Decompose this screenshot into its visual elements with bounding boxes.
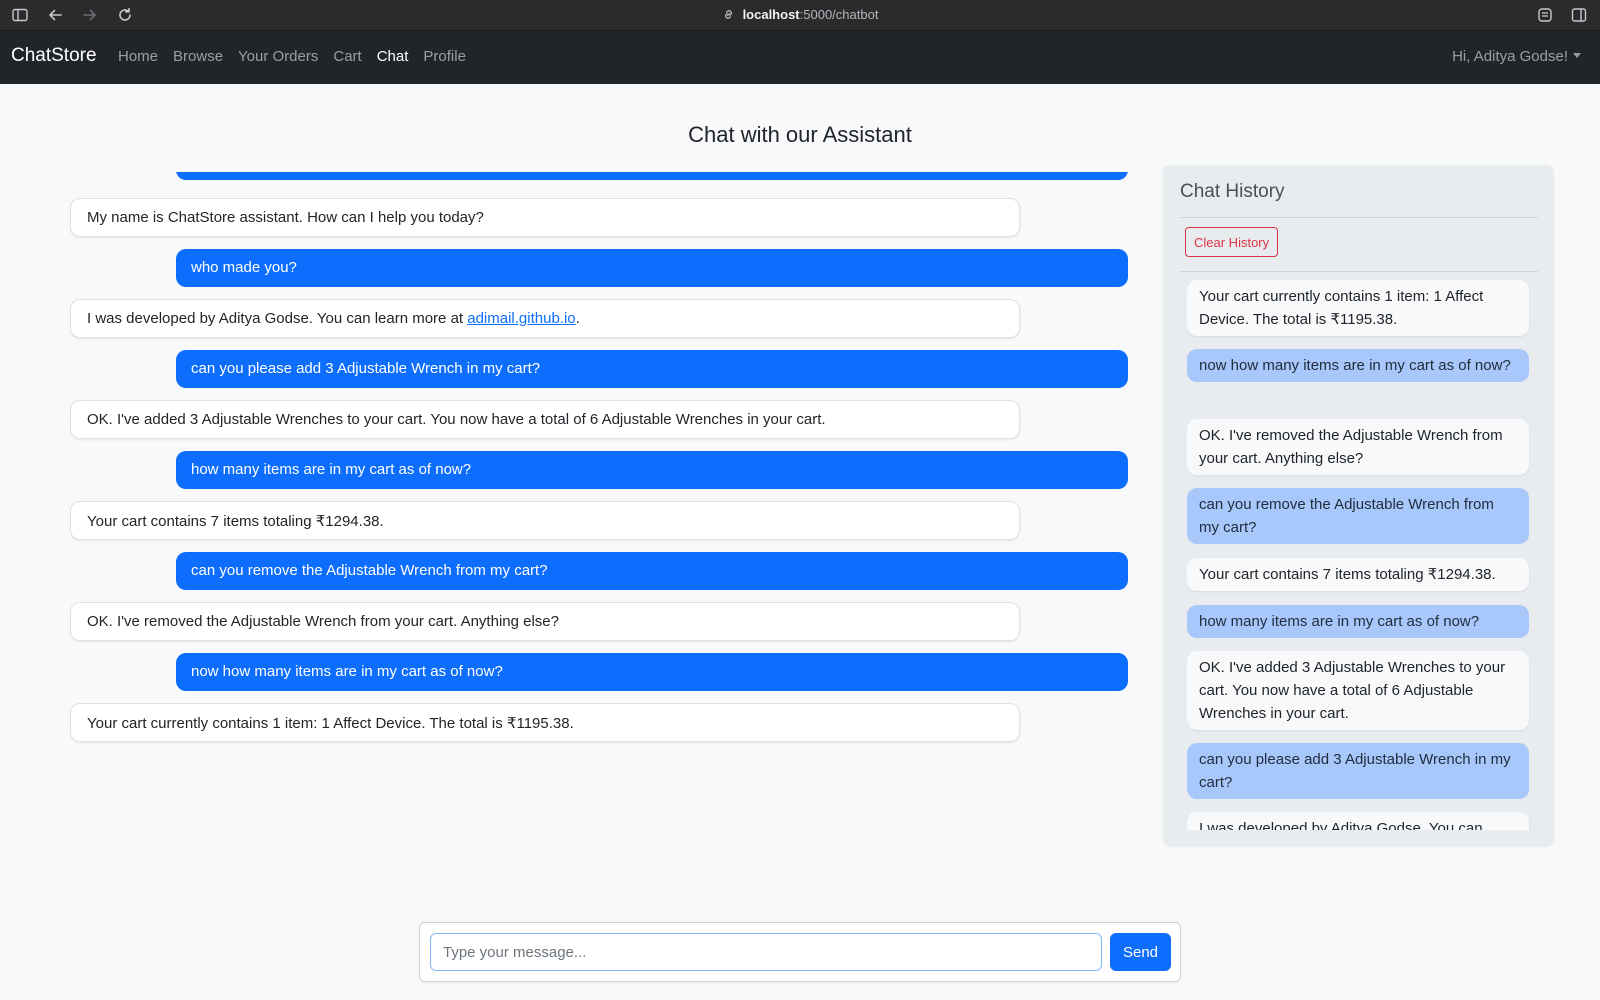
caret-down-icon bbox=[1573, 53, 1581, 58]
bot-message: Your cart contains 7 items totaling ₹129… bbox=[70, 501, 1020, 540]
history-item[interactable]: Your cart currently contains 1 item: 1 A… bbox=[1187, 280, 1529, 336]
link-icon bbox=[722, 8, 735, 24]
user-message: can you please add 3 Adjustable Wrench i… bbox=[176, 350, 1128, 388]
user-message: now how many items are in my cart as of … bbox=[176, 653, 1128, 691]
address-bar[interactable]: localhost:5000/chatbot bbox=[0, 7, 1600, 24]
page-title: Chat with our Assistant bbox=[688, 122, 912, 147]
brand-logo[interactable]: ChatStore bbox=[11, 45, 97, 67]
divider bbox=[1180, 271, 1538, 272]
history-item[interactable]: how many items are in my cart as of now? bbox=[1187, 605, 1529, 638]
nav-link-home[interactable]: Home bbox=[118, 48, 158, 65]
history-item[interactable]: can you remove the Adjustable Wrench fro… bbox=[1187, 488, 1529, 544]
bot-message: OK. I've added 3 Adjustable Wrenches to … bbox=[70, 400, 1020, 439]
user-message: how many items are in my cart as of now? bbox=[176, 451, 1128, 489]
nav-link-browse[interactable]: Browse bbox=[173, 48, 223, 65]
bot-message: OK. I've removed the Adjustable Wrench f… bbox=[70, 602, 1020, 641]
history-item[interactable]: Your cart contains 7 items totaling ₹129… bbox=[1187, 558, 1529, 591]
nav-link-profile[interactable]: Profile bbox=[423, 48, 466, 65]
nav-link-your-orders[interactable]: Your Orders bbox=[238, 48, 318, 65]
bot-message: My name is ChatStore assistant. How can … bbox=[70, 198, 1020, 237]
nav-link-cart[interactable]: Cart bbox=[333, 48, 361, 65]
url-host: localhost bbox=[742, 7, 800, 22]
top-navbar: ChatStore Home Browse Your Orders Cart C… bbox=[0, 31, 1600, 84]
message-input[interactable] bbox=[430, 933, 1102, 971]
bot-message: Your cart currently contains 1 item: 1 A… bbox=[70, 703, 1020, 742]
history-item[interactable]: I was developed by Aditya Godse. You can bbox=[1187, 812, 1529, 830]
send-button[interactable]: Send bbox=[1110, 933, 1171, 971]
user-message: who made you? bbox=[176, 249, 1128, 287]
browser-toolbar: localhost:5000/chatbot bbox=[0, 0, 1600, 31]
user-message: can you remove the Adjustable Wrench fro… bbox=[176, 552, 1128, 590]
nav-link-chat[interactable]: Chat bbox=[377, 48, 409, 65]
history-item[interactable]: OK. I've added 3 Adjustable Wrenches to … bbox=[1187, 651, 1529, 730]
split-view-icon[interactable] bbox=[1570, 6, 1588, 24]
url-path: :5000/chatbot bbox=[799, 7, 879, 22]
bot-message-text-end: . bbox=[575, 310, 580, 327]
divider bbox=[1180, 217, 1538, 218]
nav-links: Home Browse Your Orders Cart Chat Profil… bbox=[118, 48, 481, 65]
bot-message-text: I was developed by Aditya Godse. You can… bbox=[87, 310, 468, 327]
chat-history-list[interactable]: Your cart currently contains 1 item: 1 A… bbox=[1187, 280, 1533, 830]
github-link[interactable]: adimail.github.io bbox=[467, 310, 575, 327]
bot-message: I was developed by Aditya Godse. You can… bbox=[70, 299, 1020, 338]
reader-mode-icon[interactable] bbox=[1536, 6, 1554, 24]
history-item[interactable]: OK. I've removed the Adjustable Wrench f… bbox=[1187, 419, 1529, 475]
chat-messages[interactable]: My name is ChatStore assistant. How can … bbox=[70, 172, 1128, 752]
user-message-partial bbox=[176, 172, 1128, 180]
user-dropdown[interactable]: Hi, Aditya Godse! bbox=[1452, 48, 1581, 65]
chat-history-panel: Chat History Clear History Your cart cur… bbox=[1164, 165, 1553, 845]
history-item[interactable]: can you please add 3 Adjustable Wrench i… bbox=[1187, 743, 1529, 799]
user-greeting: Hi, Aditya Godse! bbox=[1452, 48, 1568, 65]
clear-history-button[interactable]: Clear History bbox=[1185, 227, 1279, 257]
message-composer: Send bbox=[419, 922, 1181, 982]
chat-history-title: Chat History bbox=[1180, 181, 1285, 202]
history-item[interactable]: now how many items are in my cart as of … bbox=[1187, 349, 1529, 382]
